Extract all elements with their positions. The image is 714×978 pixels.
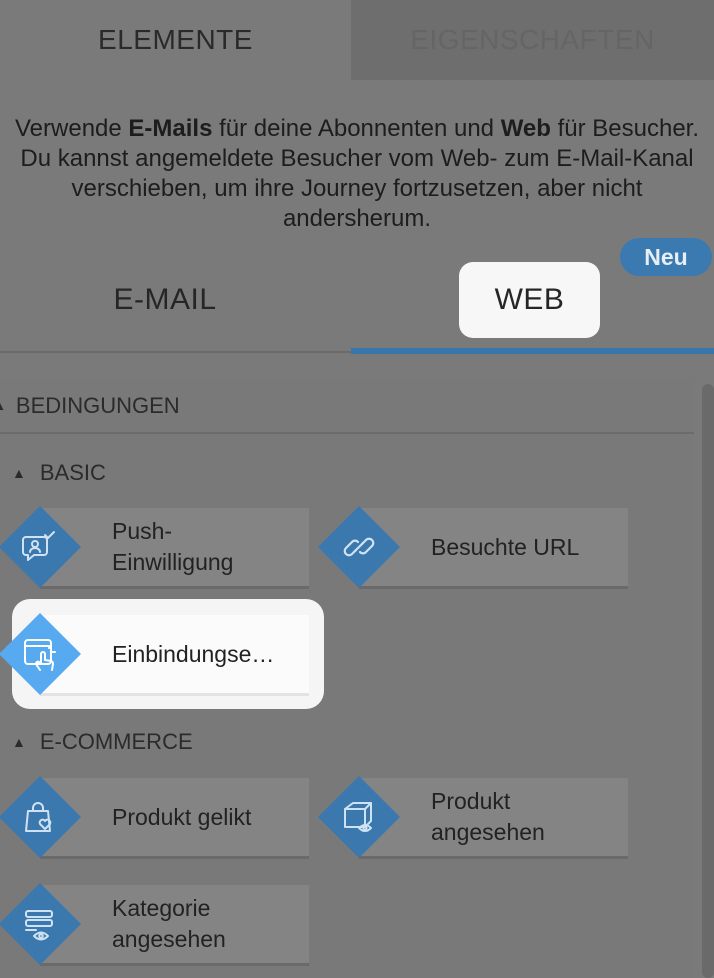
element-label: Produkt gelikt [112, 803, 252, 830]
section-title: BEDINGUNGEN [15, 393, 180, 418]
tab-divider [0, 351, 351, 353]
element-label: Besuchte URL [431, 533, 580, 560]
element-label: Push- Einwilligung [112, 518, 234, 575]
channel-intro-text: Verwende E-Mails für deine Abonnenten un… [14, 115, 699, 232]
collapse-triangle-icon: ▲ [12, 465, 26, 481]
group-ecommerce-header[interactable]: ▲ E-COMMERCE [12, 727, 193, 757]
tab-web-channel[interactable]: WEB [459, 262, 600, 338]
element-product-liked[interactable]: Produkt gelikt [0, 775, 309, 859]
element-product-viewed[interactable]: Produkt angesehen [317, 775, 628, 859]
list-eye-icon [18, 902, 62, 946]
element-engagement[interactable]: Einbindungse… [0, 612, 309, 696]
element-push-consent[interactable]: Push- Einwilligung [0, 505, 309, 589]
push-consent-icon [18, 525, 62, 569]
element-visited-url[interactable]: Besuchte URL [317, 505, 628, 589]
section-bedingungen[interactable]: ▲ BEDINGUNGEN [0, 380, 694, 434]
element-category-viewed[interactable]: Kategorie angesehen [0, 882, 309, 966]
group-title: E-COMMERCE [39, 729, 193, 754]
element-label: Produkt angesehen [431, 788, 545, 845]
collapse-triangle-icon: ▲ [12, 734, 26, 750]
active-tab-indicator [351, 348, 714, 354]
new-badge: Neu [620, 238, 712, 276]
element-label: Einbindungse… [112, 640, 275, 667]
link-icon [337, 525, 381, 569]
group-title: BASIC [39, 460, 106, 485]
scrollbar[interactable] [702, 384, 714, 978]
tab-elemente[interactable]: ELEMENTE [0, 0, 351, 80]
tab-email-channel[interactable]: E-MAIL [0, 262, 330, 338]
bag-heart-icon [18, 795, 62, 839]
box-eye-icon [337, 795, 381, 839]
element-label: Kategorie angesehen [112, 895, 226, 952]
engagement-click-icon [18, 632, 62, 676]
collapse-triangle-icon: ▲ [0, 399, 6, 413]
tab-eigenschaften[interactable]: EIGENSCHAFTEN [351, 0, 714, 80]
group-basic-header[interactable]: ▲ BASIC [12, 458, 106, 488]
